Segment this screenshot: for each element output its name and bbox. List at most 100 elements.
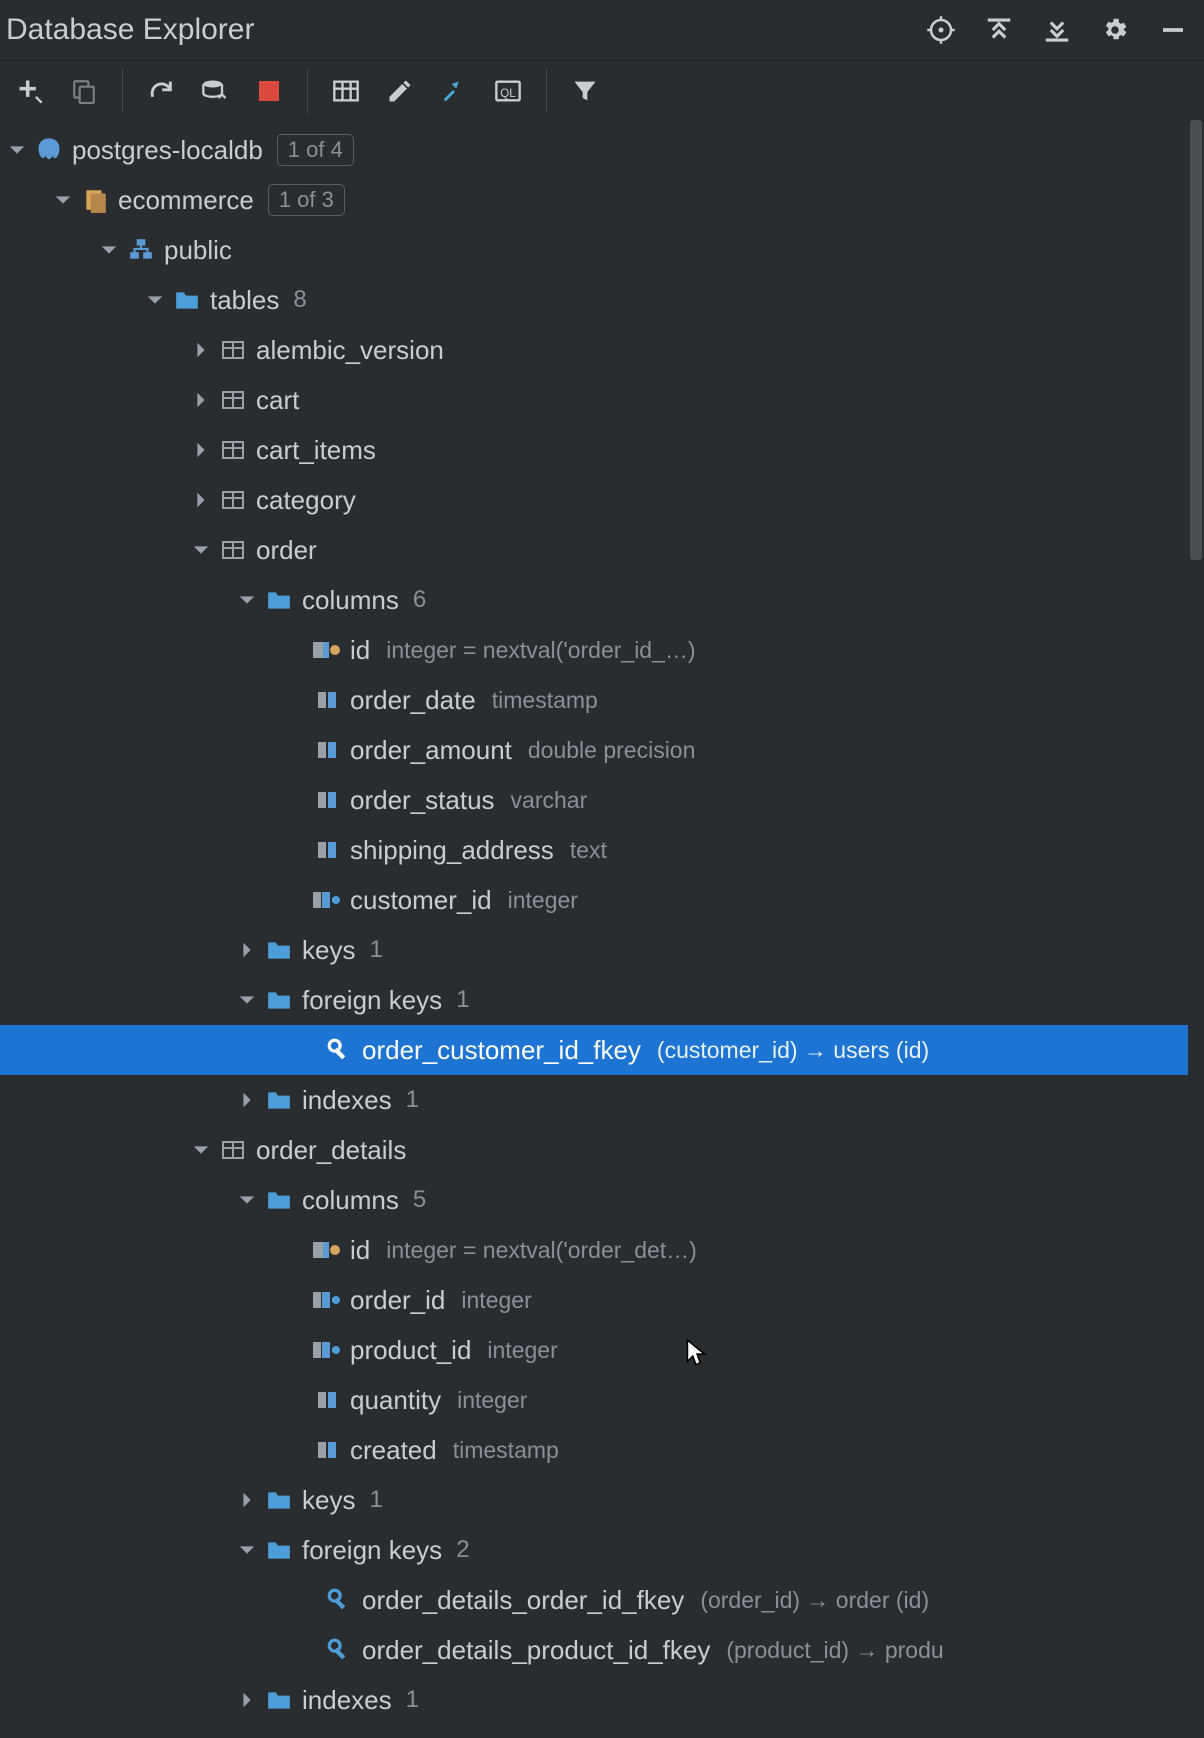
- table-name: alembic_version: [256, 335, 444, 366]
- tree-connection[interactable]: postgres-localdb 1 of 4: [0, 125, 1204, 175]
- chevron-down-icon[interactable]: [96, 237, 122, 263]
- tree-column[interactable]: shipping_address text: [0, 825, 1204, 875]
- tree-column[interactable]: product_id integer: [0, 1325, 1204, 1375]
- column-icon: [312, 735, 342, 765]
- stop-icon[interactable]: [251, 73, 287, 109]
- column-type: integer = nextval('order_id_…): [386, 637, 695, 664]
- scrollbar-thumb[interactable]: [1190, 120, 1202, 560]
- chevron-down-icon[interactable]: [50, 187, 76, 213]
- fkeys-label: foreign keys: [302, 1535, 442, 1566]
- table-name: category: [256, 485, 356, 516]
- tree-keys-group[interactable]: keys 1: [0, 1475, 1204, 1525]
- tree-table[interactable]: alembic_version: [0, 325, 1204, 375]
- panel-title: Database Explorer: [6, 13, 922, 47]
- chevron-right-icon[interactable]: [188, 387, 214, 413]
- edit-icon[interactable]: [382, 73, 418, 109]
- tree-foreign-key[interactable]: order_customer_id_fkey (customer_id) → u…: [0, 1025, 1204, 1075]
- chevron-down-icon[interactable]: [188, 537, 214, 563]
- minimize-icon[interactable]: [1154, 11, 1192, 49]
- tree-column[interactable]: created timestamp: [0, 1425, 1204, 1475]
- tree-column[interactable]: order_status varchar: [0, 775, 1204, 825]
- fkeys-count: 2: [456, 1536, 469, 1564]
- chevron-right-icon[interactable]: [234, 1087, 260, 1113]
- tree[interactable]: postgres-localdb 1 of 4 ecommerce 1 of 3…: [0, 121, 1204, 1738]
- tree-column[interactable]: order_id integer: [0, 1275, 1204, 1325]
- column-type: integer: [461, 1287, 531, 1314]
- tree-column[interactable]: order_amount double precision: [0, 725, 1204, 775]
- tree-table-order-details[interactable]: order_details: [0, 1125, 1204, 1175]
- navigate-icon[interactable]: [436, 73, 472, 109]
- chevron-down-icon[interactable]: [234, 987, 260, 1013]
- tree-foreign-key[interactable]: order_details_product_id_fkey (product_i…: [0, 1625, 1204, 1675]
- scrollbar[interactable]: [1188, 120, 1204, 1700]
- database-icon: [80, 185, 110, 215]
- tree-columns-group[interactable]: columns 6: [0, 575, 1204, 625]
- indexes-count: 1: [406, 1686, 419, 1714]
- column-type: double precision: [528, 737, 696, 764]
- filter-icon[interactable]: [567, 73, 603, 109]
- chevron-right-icon[interactable]: [188, 337, 214, 363]
- gear-icon[interactable]: [1096, 11, 1134, 49]
- tree-keys-group[interactable]: keys 1: [0, 925, 1204, 975]
- chevron-down-icon[interactable]: [142, 287, 168, 313]
- tree-column[interactable]: id integer = nextval('order_id_…): [0, 625, 1204, 675]
- chevron-down-icon[interactable]: [234, 1537, 260, 1563]
- table-icon[interactable]: [328, 73, 364, 109]
- columns-label: columns: [302, 585, 399, 616]
- fk-detail: (order_id) → order (id): [700, 1587, 929, 1614]
- console-icon[interactable]: QL: [490, 73, 526, 109]
- column-name: id: [350, 635, 370, 666]
- chevron-down-icon[interactable]: [4, 137, 30, 163]
- tree-table[interactable]: cart: [0, 375, 1204, 425]
- tree-database[interactable]: ecommerce 1 of 3: [0, 175, 1204, 225]
- fk-column-icon: [312, 1285, 342, 1315]
- fk-name: order_details_product_id_fkey: [362, 1635, 710, 1666]
- chevron-right-icon[interactable]: [234, 1487, 260, 1513]
- tree-foreign-keys-group[interactable]: foreign keys 2: [0, 1525, 1204, 1575]
- tree-table-order[interactable]: order: [0, 525, 1204, 575]
- column-name: product_id: [350, 1335, 471, 1366]
- refresh-icon[interactable]: [143, 73, 179, 109]
- target-icon[interactable]: [922, 11, 960, 49]
- fk-column-icon: [312, 885, 342, 915]
- tree-indexes-group[interactable]: indexes 1: [0, 1075, 1204, 1125]
- column-type: integer: [457, 1387, 527, 1414]
- chevron-down-icon[interactable]: [234, 587, 260, 613]
- tree-schema[interactable]: public: [0, 225, 1204, 275]
- table-icon: [218, 535, 248, 565]
- tree-column[interactable]: customer_id integer: [0, 875, 1204, 925]
- tree-column[interactable]: id integer = nextval('order_det…): [0, 1225, 1204, 1275]
- tree-tables-group[interactable]: tables 8: [0, 275, 1204, 325]
- toolbar-separator: [546, 69, 547, 113]
- fkeys-count: 1: [456, 986, 469, 1014]
- tree-foreign-key[interactable]: order_details_order_id_fkey (order_id) →…: [0, 1575, 1204, 1625]
- table-name: cart: [256, 385, 299, 416]
- fk-column-icon: [312, 1335, 342, 1365]
- keys-count: 1: [369, 936, 382, 964]
- fk-name: order_details_order_id_fkey: [362, 1585, 684, 1616]
- tree-column[interactable]: order_date timestamp: [0, 675, 1204, 725]
- column-name: customer_id: [350, 885, 492, 916]
- tree-columns-group[interactable]: columns 5: [0, 1175, 1204, 1225]
- column-name: order_id: [350, 1285, 445, 1316]
- folder-icon: [264, 1485, 294, 1515]
- tree-foreign-keys-group[interactable]: foreign keys 1: [0, 975, 1204, 1025]
- chevron-right-icon[interactable]: [234, 937, 260, 963]
- collapse-down-icon[interactable]: [1038, 11, 1076, 49]
- tree-column[interactable]: quantity integer: [0, 1375, 1204, 1425]
- column-name: quantity: [350, 1385, 441, 1416]
- collapse-up-icon[interactable]: [980, 11, 1018, 49]
- chevron-right-icon[interactable]: [188, 487, 214, 513]
- tree-indexes-group[interactable]: indexes 1: [0, 1675, 1204, 1725]
- chevron-right-icon[interactable]: [188, 437, 214, 463]
- column-type: integer = nextval('order_det…): [386, 1237, 697, 1264]
- tree-table[interactable]: cart_items: [0, 425, 1204, 475]
- chevron-down-icon[interactable]: [188, 1137, 214, 1163]
- tree-table[interactable]: category: [0, 475, 1204, 525]
- chevron-right-icon[interactable]: [234, 1687, 260, 1713]
- add-icon[interactable]: [12, 73, 48, 109]
- chevron-down-icon[interactable]: [234, 1187, 260, 1213]
- datasource-refresh-icon[interactable]: [197, 73, 233, 109]
- copy-icon[interactable]: [66, 73, 102, 109]
- column-name: created: [350, 1435, 437, 1466]
